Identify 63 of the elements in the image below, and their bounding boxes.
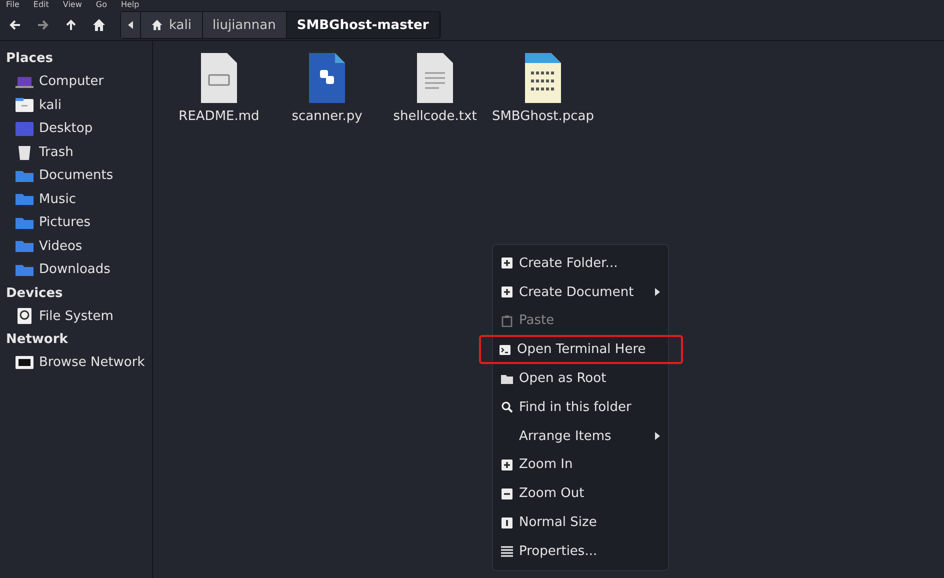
drive-icon <box>15 308 34 324</box>
plus-icon <box>501 286 513 298</box>
menu-item[interactable]: Find in this folder <box>493 392 668 422</box>
folder-icon <box>501 372 513 385</box>
sidebar-item[interactable]: kali <box>39 98 62 113</box>
normal-size-icon <box>501 516 513 529</box>
menu-item[interactable]: Go <box>96 0 107 10</box>
sidebar-item[interactable]: Documents <box>39 168 114 184</box>
sidebar-item[interactable]: Trash <box>39 144 74 160</box>
sidebar-item[interactable]: Browse Network <box>39 355 145 370</box>
plus-icon <box>501 257 513 270</box>
submenu-arrow-icon <box>655 432 660 440</box>
python-file-icon <box>307 53 347 103</box>
menu-item[interactable]: Help <box>120 0 140 10</box>
binary-file-icon <box>523 53 563 103</box>
search-icon <box>501 401 513 414</box>
folder-icon <box>15 191 34 208</box>
text-file-icon <box>415 53 455 103</box>
file-name[interactable]: shellcode.txt <box>393 109 477 124</box>
menu-item[interactable]: Open as Root <box>493 364 668 393</box>
sidebar-heading: Places <box>5 50 54 68</box>
menu-item[interactable]: Open Terminal Here <box>479 335 683 364</box>
desktop-icon <box>15 120 34 137</box>
scroll-left-button[interactable] <box>121 12 141 38</box>
terminal-icon <box>499 344 511 356</box>
sidebar-item[interactable]: Desktop <box>39 121 93 136</box>
submenu-arrow-icon <box>655 288 660 296</box>
back-arrow-icon[interactable] <box>8 18 22 32</box>
sidebar-item[interactable]: Computer <box>39 74 104 90</box>
menu-item[interactable]: Zoom In <box>493 450 668 480</box>
sidebar-item[interactable]: Downloads <box>39 262 110 278</box>
menu-item[interactable]: Arrange Items <box>493 422 668 451</box>
folder-icon <box>15 238 34 254</box>
up-arrow-icon[interactable] <box>64 18 78 32</box>
sidebar-item[interactable]: Music <box>39 192 76 207</box>
home-icon[interactable] <box>92 18 106 32</box>
file-name[interactable]: README.md <box>178 109 260 124</box>
clipboard-icon <box>501 314 513 327</box>
minus-icon <box>501 488 513 500</box>
menu-item[interactable]: File <box>6 0 20 10</box>
file-name[interactable]: scanner.py <box>292 109 362 124</box>
sidebar-heading: Devices <box>5 284 64 302</box>
path-button[interactable]: SMBGhost-master <box>286 12 440 38</box>
menu-item[interactable]: Zoom Out <box>493 479 668 508</box>
file-name[interactable]: SMBGhost.pcap <box>492 109 594 124</box>
menu-item[interactable]: Normal Size <box>493 508 668 537</box>
sidebar-item[interactable]: Videos <box>39 238 82 254</box>
sidebar-heading: Network <box>5 331 69 349</box>
markdown-file-icon <box>199 53 239 103</box>
caret-icon <box>128 21 133 29</box>
menu-item[interactable]: Properties... <box>493 536 668 566</box>
menu-item[interactable]: Edit <box>33 0 49 10</box>
network-icon <box>15 354 34 371</box>
list-icon <box>501 545 513 558</box>
plus-icon <box>501 458 513 471</box>
sidebar-item[interactable]: File System <box>39 308 114 324</box>
menu-item[interactable]: Create Document <box>493 278 668 307</box>
menu-item[interactable]: View <box>62 0 82 10</box>
forward-arrow-icon[interactable] <box>36 18 50 32</box>
home-icon <box>151 19 163 31</box>
menu-item[interactable]: Create Folder... <box>493 249 668 278</box>
sidebar-item[interactable]: Pictures <box>39 215 90 230</box>
home-folder-icon <box>15 97 34 114</box>
